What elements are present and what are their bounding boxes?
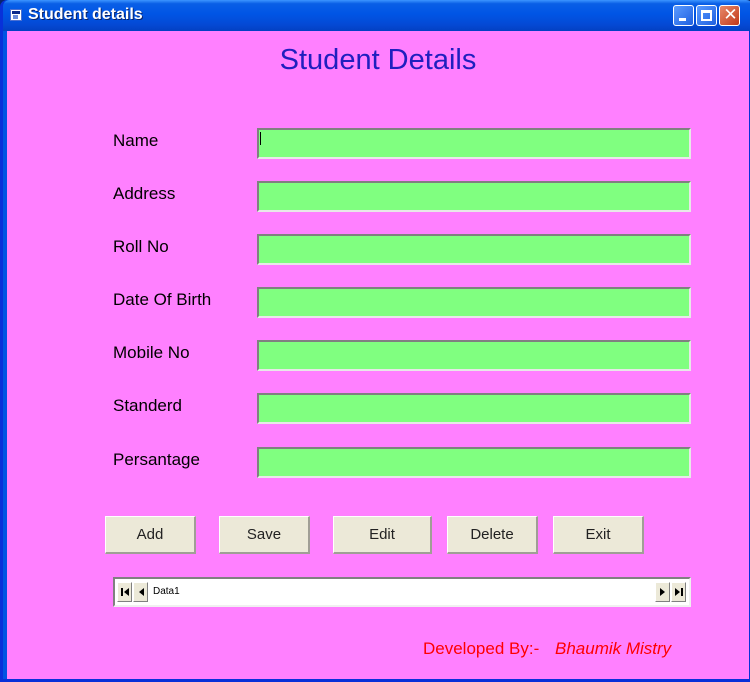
close-button[interactable]: ✕ [719,5,740,26]
mobile-no-label: Mobile No [113,343,190,362]
maximize-icon [701,10,712,21]
app-icon[interactable] [10,9,22,21]
previous-record-icon [139,588,144,596]
roll-no-input[interactable] [257,234,691,265]
window-title: Student details [28,6,143,23]
previous-record-button[interactable] [133,582,148,602]
delete-button[interactable]: Delete [447,516,538,554]
name-label: Name [113,131,159,150]
text-cursor [260,132,261,145]
address-input[interactable] [257,181,691,212]
data-control: Data1 [113,577,691,607]
minimize-button[interactable] [673,5,694,26]
standard-label: Standerd [113,396,182,415]
next-record-button[interactable] [655,582,670,602]
form-heading: Student Details [279,44,477,76]
last-record-button[interactable] [671,582,686,602]
last-record-icon [675,588,683,596]
minimize-icon [679,18,686,21]
percentage-input[interactable] [257,447,691,478]
name-input[interactable] [257,128,691,159]
app-window: Student details ✕ Student Details Name A… [0,0,750,682]
percentage-label: Persantage [113,450,200,469]
next-record-icon [660,588,665,596]
developer-name: Bhaumik Mistry [555,639,672,658]
roll-no-label: Roll No [113,237,169,256]
developed-by-label: Developed By:- [423,639,540,658]
maximize-button[interactable] [696,5,717,26]
close-icon: ✕ [723,5,738,25]
first-record-icon [121,588,129,596]
date-of-birth-input[interactable] [257,287,691,318]
add-button[interactable]: Add [105,516,196,554]
address-label: Address [113,184,176,203]
mobile-no-input[interactable] [257,340,691,371]
title-bar[interactable]: Student details ✕ [3,0,750,31]
first-record-button[interactable] [117,582,132,602]
standard-input[interactable] [257,393,691,424]
data-control-caption: Data1 [153,586,180,597]
form-area: Student Details Name Address Roll No Dat… [7,31,749,679]
exit-button[interactable]: Exit [553,516,644,554]
edit-button[interactable]: Edit [333,516,432,554]
date-of-birth-label: Date Of Birth [113,290,212,309]
save-button[interactable]: Save [219,516,310,554]
